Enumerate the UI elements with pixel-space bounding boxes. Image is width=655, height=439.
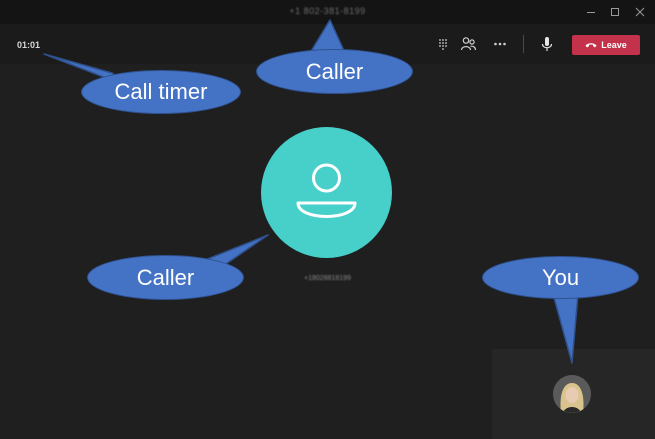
title-bar: +1 802-381-8199 xyxy=(0,0,655,24)
self-view-tile xyxy=(492,349,655,439)
caller-avatar xyxy=(261,127,392,258)
call-timer: 01:01 xyxy=(17,40,41,50)
user-photo-avatar xyxy=(553,375,591,413)
caller-callout-top-text: Caller xyxy=(305,58,364,84)
leave-button[interactable]: Leave xyxy=(572,35,640,55)
minimize-icon xyxy=(587,12,595,13)
leave-label: Leave xyxy=(601,40,627,50)
mute-button[interactable] xyxy=(537,34,557,54)
more-icon xyxy=(494,42,506,46)
call-timer-callout: Call timer xyxy=(81,70,241,114)
caller-callout-top: Caller xyxy=(256,49,413,94)
caller-callout-middle-text: Caller xyxy=(136,264,195,290)
close-icon xyxy=(635,7,645,17)
self-avatar xyxy=(553,375,591,413)
more-options-button[interactable] xyxy=(490,34,510,54)
phone-hangup-icon xyxy=(585,43,597,48)
people-icon xyxy=(460,37,477,51)
person-icon xyxy=(296,163,357,218)
minimize-button[interactable] xyxy=(583,4,599,20)
close-button[interactable] xyxy=(632,4,648,20)
call-timer-callout-text: Call timer xyxy=(114,79,208,104)
maximize-icon xyxy=(611,8,619,16)
you-callout: You xyxy=(482,256,639,299)
dialpad-icon xyxy=(439,39,447,50)
you-callout-text: You xyxy=(541,264,580,290)
maximize-button[interactable] xyxy=(607,4,623,20)
caller-callout-middle: Caller xyxy=(87,255,244,300)
participants-button[interactable] xyxy=(458,34,478,54)
window-title: +1 802-381-8199 xyxy=(289,6,366,16)
toolbar-divider xyxy=(523,35,524,53)
microphone-icon xyxy=(541,37,553,51)
dialpad-button[interactable] xyxy=(433,34,453,54)
